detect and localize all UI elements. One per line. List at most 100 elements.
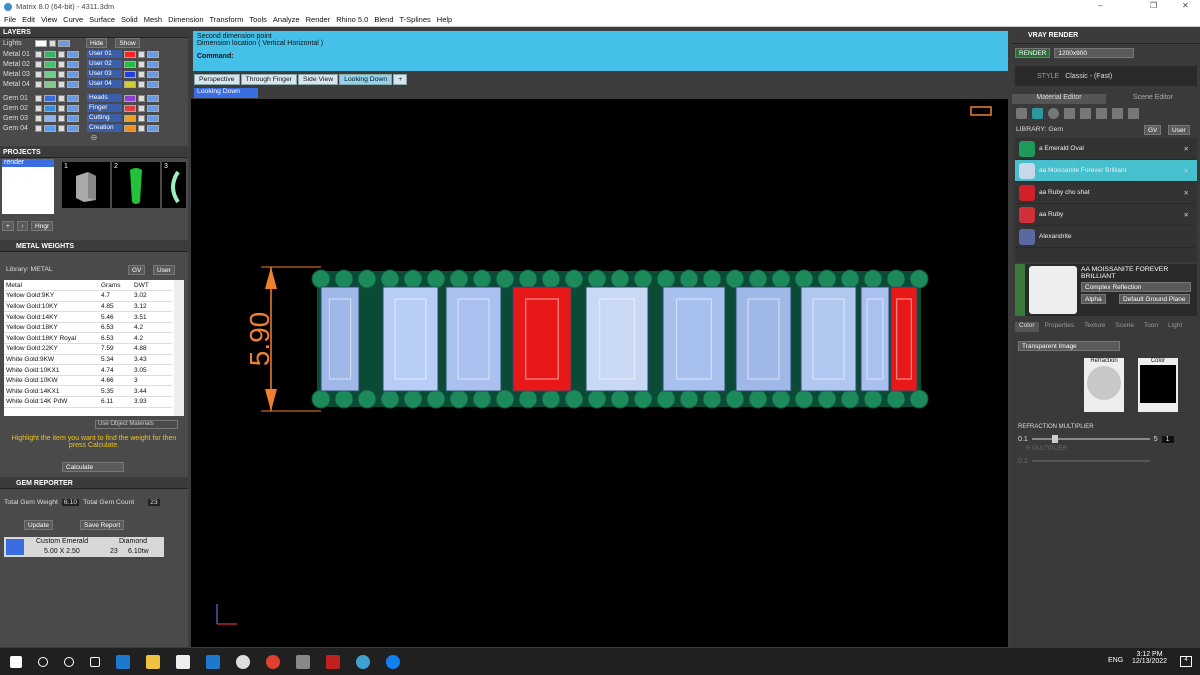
layer-lock-icon[interactable] [58, 80, 65, 88]
layer-name[interactable]: Cutting [87, 114, 122, 122]
material-item[interactable]: aa Ruby cho shat ✕ [1015, 182, 1197, 204]
chrome-icon[interactable] [266, 654, 280, 669]
transparent-select[interactable]: Transparent Image [1018, 341, 1120, 351]
tab-material-editor[interactable]: Material Editor [1012, 94, 1106, 104]
layer-visible-icon[interactable] [35, 80, 42, 88]
layer-lock-icon[interactable] [58, 114, 65, 122]
layer-lock-icon[interactable] [138, 94, 145, 102]
layer-swatch[interactable] [44, 114, 56, 122]
cortana-icon[interactable] [64, 656, 74, 667]
layer-name[interactable]: User 04 [87, 80, 122, 88]
layer-swatch[interactable] [124, 50, 136, 58]
menu-dimension[interactable]: Dimension [168, 15, 203, 24]
command-prompt[interactable]: Command: [197, 53, 1004, 60]
remove-icon[interactable]: ✕ [1184, 145, 1189, 153]
layer-name[interactable]: Metal 03 [3, 71, 33, 78]
drop-icon[interactable] [1016, 108, 1027, 119]
reflection-select[interactable]: Complex Reflection [1081, 282, 1191, 292]
clock[interactable]: 3:12 PM 12/13/2022 [1132, 651, 1167, 665]
layer-lock-icon[interactable] [138, 124, 145, 132]
menu-blend[interactable]: Blend [374, 15, 393, 24]
tab-texture[interactable]: Texture [1080, 322, 1109, 332]
hinge-button[interactable]: Hngr [31, 221, 54, 231]
layer-name[interactable]: Metal 02 [3, 61, 33, 68]
layer-lock-icon[interactable] [58, 104, 65, 112]
layer-lock-icon[interactable] [138, 70, 145, 78]
paste-icon[interactable] [1112, 108, 1123, 119]
vray-gv-button[interactable]: GV [1144, 125, 1162, 135]
save-report-button[interactable]: Save Report [80, 520, 125, 530]
layer-material[interactable] [147, 94, 159, 102]
ground-select[interactable]: Default Ground Plane [1119, 294, 1190, 304]
menu-tsplines[interactable]: T-Splines [400, 15, 431, 24]
gem-report-row[interactable]: Custom Emerald Diamond 5.00 X 2.50 23 6.… [4, 537, 164, 557]
layer-swatch[interactable] [44, 124, 56, 132]
user-button[interactable]: User [153, 265, 175, 275]
table-row[interactable]: White Gold:14KX1 5.35 3.44 [4, 385, 172, 398]
layer-lock-icon[interactable] [58, 94, 65, 102]
material-item[interactable]: a Emerald Oval ✕ [1015, 138, 1197, 160]
remove-icon[interactable]: ✕ [1184, 189, 1189, 197]
notification-icon[interactable]: 4 [1180, 656, 1192, 667]
layer-material[interactable] [147, 124, 159, 132]
table-row[interactable]: Yellow Gold:18KY Royal 6.53 4.2 [4, 332, 172, 345]
layer-name[interactable]: User 02 [87, 60, 122, 68]
layer-swatch[interactable] [44, 94, 56, 102]
layer-swatch[interactable] [124, 70, 136, 78]
mult-value[interactable]: 1 [1161, 435, 1174, 443]
layer-swatch[interactable] [44, 60, 56, 68]
layer-material[interactable] [147, 104, 159, 112]
color-slot[interactable]: Color [1138, 358, 1178, 412]
table-scrollbar[interactable] [174, 280, 184, 416]
menu-transform[interactable]: Transform [210, 15, 244, 24]
layer-name[interactable]: Metal 01 [3, 51, 33, 58]
add-project-button[interactable]: + [2, 221, 14, 231]
viewport[interactable]: 5.90 [191, 99, 1008, 647]
project-thumb-2[interactable]: 2 [112, 162, 160, 208]
minimize-button[interactable]: – [1098, 1, 1102, 10]
menu-render[interactable]: Render [306, 15, 331, 24]
render-button[interactable]: RENDER [1015, 48, 1051, 58]
tab-light[interactable]: Light [1164, 322, 1186, 332]
lights-lock[interactable] [49, 39, 56, 47]
col-grams[interactable]: Grams [99, 280, 132, 292]
tab-through-finger[interactable]: Through Finger [240, 74, 297, 85]
layer-lock-icon[interactable] [58, 124, 65, 132]
layer-name[interactable]: Heads [87, 94, 122, 102]
table-row[interactable]: White Gold:10KX1 4.74 3.05 [4, 364, 172, 376]
resolution-field[interactable]: 1200x900 [1054, 48, 1135, 58]
layer-lock-icon[interactable] [138, 60, 145, 68]
layer-material[interactable] [147, 80, 159, 88]
layer-name[interactable]: Creation [87, 124, 122, 132]
layer-lock-icon[interactable] [138, 114, 145, 122]
project-thumb-3[interactable]: 3 [162, 162, 186, 208]
mult-slider[interactable] [1031, 435, 1150, 443]
layer-swatch[interactable] [124, 60, 136, 68]
layer-swatch[interactable] [124, 104, 136, 112]
menu-curve[interactable]: Curve [63, 15, 83, 24]
layer-material[interactable] [147, 70, 159, 78]
layer-visible-icon[interactable] [35, 94, 42, 102]
layer-swatch[interactable] [124, 124, 136, 132]
layer-material[interactable] [67, 50, 79, 58]
mail-icon[interactable] [206, 654, 220, 669]
menu-edit[interactable]: Edit [22, 15, 35, 24]
search-icon[interactable] [38, 656, 48, 667]
tab-color[interactable]: Color [1015, 322, 1039, 332]
refraction-slot[interactable]: Refraction [1084, 358, 1124, 412]
remove-icon[interactable]: ✕ [1184, 167, 1189, 175]
gv-button[interactable]: GV [128, 265, 146, 275]
layer-material[interactable] [67, 70, 79, 78]
matrix-icon[interactable] [296, 654, 310, 669]
alpha-toggle[interactable]: Alpha [1081, 294, 1106, 304]
layer-visible-icon[interactable] [35, 104, 42, 112]
tab-toon[interactable]: Toon [1140, 322, 1162, 332]
layer-swatch[interactable] [44, 80, 56, 88]
layer-material[interactable] [67, 114, 79, 122]
menu-surface[interactable]: Surface [89, 15, 115, 24]
layer-lock-icon[interactable] [138, 50, 145, 58]
tab-side-view[interactable]: Side View [298, 74, 339, 85]
up-project-button[interactable]: ↑ [16, 221, 29, 231]
layer-lock-icon[interactable] [58, 60, 65, 68]
settings-icon[interactable] [236, 654, 250, 669]
